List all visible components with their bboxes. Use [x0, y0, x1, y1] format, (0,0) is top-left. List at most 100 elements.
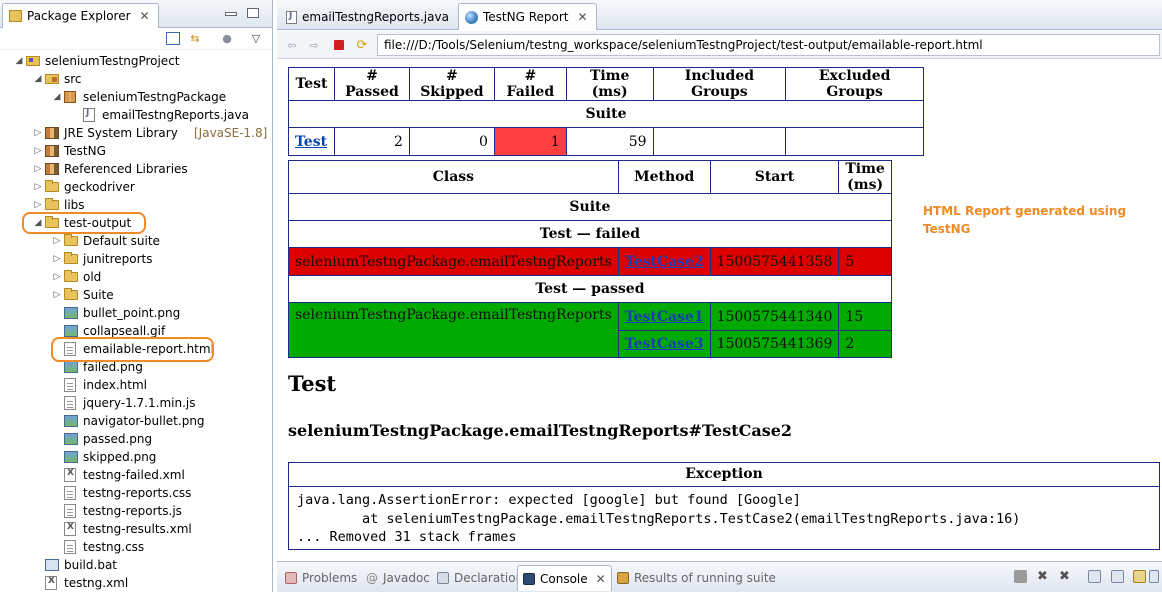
tree-item-label: seleniumTestngProject: [45, 54, 180, 68]
method-link-testcase1[interactable]: TestCase1: [625, 309, 704, 325]
tab-label: Console: [540, 571, 588, 586]
tree-item-collapseall-gif[interactable]: collapseall.gif: [0, 322, 272, 340]
failed-count: 1: [493, 127, 567, 156]
tab-emailtestngreports-java[interactable]: emailTestngReports.java: [279, 3, 458, 30]
tree-item-emailtestngreports-java[interactable]: emailTestngReports.java: [0, 106, 272, 124]
header-excluded-groups: Excluded Groups: [785, 67, 924, 101]
scroll-lock-icon[interactable]: [1088, 570, 1101, 583]
tab-problems[interactable]: Problems: [280, 565, 362, 591]
expand-arrow-icon[interactable]: ▷: [33, 146, 43, 156]
tree-item-failed-png[interactable]: failed.png: [0, 358, 272, 376]
minimize-icon[interactable]: [225, 12, 237, 16]
tree-item-testng-results-xml[interactable]: testng-results.xml: [0, 520, 272, 538]
terminate-icon[interactable]: [1014, 570, 1027, 583]
tree-item-test-output[interactable]: ◢ test-output: [0, 214, 272, 232]
header-skipped: # Skipped: [408, 67, 495, 101]
tree-item-testng-xml[interactable]: testng.xml: [0, 574, 272, 592]
collapse-arrow-icon[interactable]: ◢: [33, 74, 43, 84]
tree-item-testng[interactable]: ▷ TestNG: [0, 142, 272, 160]
tree-item-skipped-png[interactable]: skipped.png: [0, 448, 272, 466]
expand-arrow-icon[interactable]: ▷: [33, 128, 43, 138]
expand-arrow-icon[interactable]: ▷: [33, 164, 43, 174]
tree-item-testng-reports-js[interactable]: testng-reports.js: [0, 502, 272, 520]
method-link-testcase3[interactable]: TestCase3: [625, 336, 704, 352]
stop-icon[interactable]: [332, 38, 346, 52]
tree-item-testng-css[interactable]: testng.css: [0, 538, 272, 556]
image-file-icon: [64, 433, 78, 445]
link-with-editor-icon[interactable]: ⇆: [188, 32, 202, 45]
tab-declaration[interactable]: Declaration: [432, 565, 528, 591]
tree-item-default-suite[interactable]: ▷ Default suite: [0, 232, 272, 250]
expand-arrow-icon[interactable]: ▷: [33, 200, 43, 210]
focus-icon[interactable]: ●: [220, 32, 234, 45]
close-icon[interactable]: ✕: [578, 10, 588, 24]
folder-icon: [45, 198, 59, 210]
expand-arrow-icon[interactable]: ▷: [52, 254, 62, 264]
tree-item-bullet-point-png[interactable]: bullet_point.png: [0, 304, 272, 322]
view-menu-icon[interactable]: ▽: [249, 32, 263, 45]
tab-console[interactable]: Console ✕: [517, 565, 612, 591]
back-icon[interactable]: ⇦: [285, 38, 299, 52]
stacktrace-line: java.lang.AssertionError: expected [goog…: [297, 492, 801, 508]
pin-console-icon[interactable]: [1133, 570, 1146, 583]
summary-data-row: Test 2 0 1 59: [288, 127, 924, 156]
url-field[interactable]: file:///D:/Tools/Selenium/testng_workspa…: [377, 34, 1160, 56]
refresh-icon[interactable]: ⟳: [355, 38, 369, 53]
tree-item-jquery-1-7-1-min-js[interactable]: jquery-1.7.1.min.js: [0, 394, 272, 412]
tree-item-build-bat[interactable]: build.bat: [0, 556, 272, 574]
tree-item-suite[interactable]: ▷ Suite: [0, 286, 272, 304]
html-file-icon: [64, 378, 76, 392]
tab-package-explorer[interactable]: Package Explorer ✕: [2, 3, 159, 28]
tab-label: Javadoc: [383, 571, 430, 585]
open-console-icon[interactable]: [1149, 570, 1159, 583]
tree-item-passed-png[interactable]: passed.png: [0, 430, 272, 448]
tree-item-testng-reports-css[interactable]: testng-reports.css: [0, 484, 272, 502]
remove-all-launches-icon[interactable]: ✖: [1058, 570, 1071, 583]
tab-testng-report[interactable]: TestNG Report ✕: [458, 3, 597, 30]
package-explorer-view: Package Explorer ✕ ⇆ ● ▽ ◢ seleniumTestng…: [0, 0, 273, 592]
js-file-icon: [64, 504, 76, 518]
tree-item-referenced-libraries[interactable]: ▷ Referenced Libraries: [0, 160, 272, 178]
word-wrap-icon[interactable]: [1111, 570, 1124, 583]
library-icon: [45, 145, 59, 157]
method-link-testcase2[interactable]: TestCase2: [625, 254, 704, 270]
tree-item-libs[interactable]: ▷ libs: [0, 196, 272, 214]
declaration-icon: [437, 572, 449, 584]
maximize-icon[interactable]: [247, 8, 259, 18]
tree-item-old[interactable]: ▷ old: [0, 268, 272, 286]
tree-item-junitreports[interactable]: ▷ junitreports: [0, 250, 272, 268]
tree-item-jre-system-library[interactable]: ▷ JRE System Library [JavaSE-1.8]: [0, 124, 272, 142]
tree-item-geckodriver[interactable]: ▷ geckodriver: [0, 178, 272, 196]
collapse-arrow-icon[interactable]: ◢: [33, 218, 43, 228]
tree-item-testng-failed-xml[interactable]: testng-failed.xml: [0, 466, 272, 484]
collapse-arrow-icon[interactable]: ◢: [14, 56, 24, 66]
tab-results-of-running-suite[interactable]: Results of running suite: [612, 565, 781, 591]
test-cell: Test: [288, 127, 335, 156]
tree-item-seleniumtestngpackage[interactable]: ◢ seleniumTestngPackage: [0, 88, 272, 106]
method-cell: TestCase2: [617, 247, 711, 276]
expand-arrow-icon[interactable]: ▷: [33, 182, 43, 192]
remove-launch-icon[interactable]: ✖: [1036, 570, 1049, 583]
expand-arrow-icon[interactable]: ▷: [52, 290, 62, 300]
forward-icon[interactable]: ⇨: [307, 38, 321, 52]
tree-item-emailable-report-html[interactable]: emailable-report.html: [0, 340, 272, 358]
folder-icon: [64, 252, 78, 264]
tree-item-navigator-bullet-png[interactable]: navigator-bullet.png: [0, 412, 272, 430]
exception-box: Exception java.lang.AssertionError: expe…: [288, 462, 1160, 550]
close-icon[interactable]: ✕: [596, 572, 606, 586]
tree-item-seleniumtestngproject[interactable]: ◢ seleniumTestngProject: [0, 52, 272, 70]
folder-icon: [45, 180, 59, 192]
expand-arrow-icon[interactable]: ▷: [52, 236, 62, 246]
tree-item-label: old: [83, 270, 102, 284]
tab-javadoc[interactable]: @ Javadoc: [361, 565, 435, 591]
close-icon[interactable]: ✕: [140, 9, 150, 23]
tree-item-label: testng-results.xml: [83, 522, 192, 536]
tree-item-src[interactable]: ◢ src: [0, 70, 272, 88]
tree-item-index-html[interactable]: index.html: [0, 376, 272, 394]
expand-arrow-icon[interactable]: ▷: [52, 272, 62, 282]
collapse-all-icon[interactable]: [166, 32, 180, 45]
time-value: 59: [565, 127, 654, 156]
test-link[interactable]: Test: [295, 134, 327, 150]
method-heading: seleniumTestngPackage.emailTestngReports…: [288, 421, 793, 440]
collapse-arrow-icon[interactable]: ◢: [52, 92, 62, 102]
